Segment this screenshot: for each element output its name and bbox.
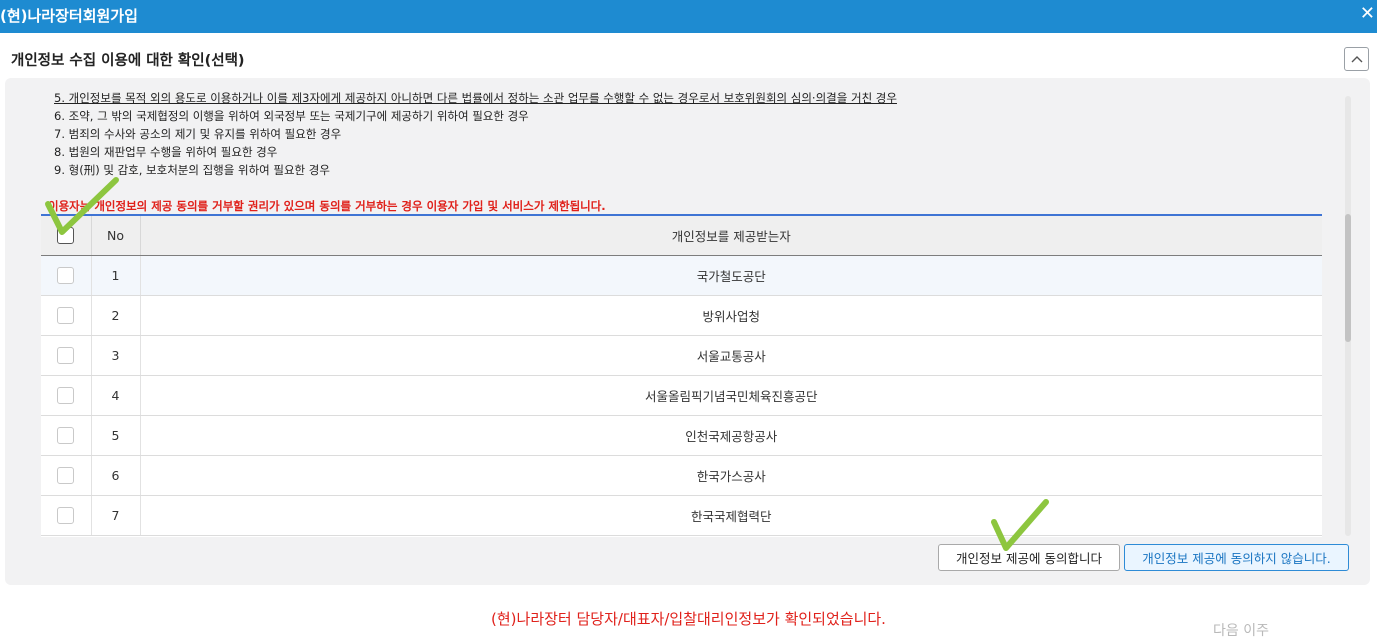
column-header-recipient: 개인정보를 제공받는자 (140, 216, 1322, 256)
vertical-scrollbar[interactable] (1345, 96, 1351, 536)
title-bar: (현)나라장터회원가입 ✕ (0, 0, 1377, 33)
consent-warning: 이용자는 개인정보의 제공 동의를 거부할 권리가 있으며 동의를 거부하는 경… (48, 199, 606, 213)
collapse-button[interactable] (1344, 47, 1369, 71)
scrollbar-thumb[interactable] (1345, 214, 1351, 342)
row-recipient: 방위사업청 (140, 295, 1322, 336)
table-row[interactable]: 5 인천국제공항공사 (41, 415, 1322, 456)
row-recipient: 서울교통공사 (140, 335, 1322, 376)
row-no: 6 (91, 455, 141, 496)
chevron-up-icon (1351, 56, 1363, 63)
faded-footer-text: 다음 이주 (1213, 623, 1269, 639)
notice-item-9: 9. 형(刑) 및 감호, 보호처분의 집행을 위하여 필요한 경우 (54, 163, 330, 177)
section-title: 개인정보 수집 이용에 대한 확인(선택) (11, 53, 245, 69)
row-no: 4 (91, 375, 141, 416)
row-no: 7 (91, 495, 141, 536)
row-checkbox[interactable] (57, 466, 75, 484)
row-checkbox[interactable] (57, 386, 75, 404)
table-row[interactable]: 6 한국가스공사 (41, 455, 1322, 496)
row-recipient: 한국국제협력단 (140, 495, 1322, 536)
table-row[interactable]: 2 방위사업청 (41, 295, 1322, 336)
notice-item-7: 7. 범죄의 수사와 공소의 제기 및 유지를 위하여 필요한 경우 (54, 127, 342, 141)
row-recipient: 인천국제공항공사 (140, 415, 1322, 456)
select-all-cell (41, 216, 92, 256)
column-header-no: No (91, 216, 141, 256)
row-no: 2 (91, 295, 141, 336)
row-checkbox[interactable] (57, 306, 75, 324)
row-no: 5 (91, 415, 141, 456)
select-all-checkbox[interactable] (57, 226, 75, 244)
recipient-grid: No 개인정보를 제공받는자 1 국가철도공단 2 방위사업청 3 서울교통공사 (41, 214, 1322, 537)
confirm-message: (현)나라장터 담당자/대표자/입찰대리인정보가 확인되었습니다. (491, 610, 886, 628)
window-title: (현)나라장터회원가입 (0, 7, 138, 25)
row-recipient: 국가철도공단 (140, 255, 1322, 296)
table-row[interactable]: 4 서울올림픽기념국민체육진흥공단 (41, 375, 1322, 416)
table-row[interactable]: 1 국가철도공단 (41, 255, 1322, 296)
notice-item-6: 6. 조약, 그 밖의 국제협정의 이행을 위하여 외국정부 또는 국제기구에 … (54, 109, 529, 123)
row-checkbox[interactable] (57, 346, 75, 364)
disagree-button[interactable]: 개인정보 제공에 동의하지 않습니다. (1124, 544, 1349, 571)
row-no: 3 (91, 335, 141, 376)
row-recipient: 한국가스공사 (140, 455, 1322, 496)
grid-header-row: No 개인정보를 제공받는자 (41, 216, 1322, 256)
table-row[interactable]: 7 한국국제협력단 (41, 495, 1322, 536)
agree-button[interactable]: 개인정보 제공에 동의합니다 (938, 544, 1120, 571)
notice-item-8: 8. 법원의 재판업무 수행을 위하여 필요한 경우 (54, 145, 278, 159)
table-row[interactable]: 3 서울교통공사 (41, 335, 1322, 376)
row-checkbox[interactable] (57, 506, 75, 524)
close-icon[interactable]: ✕ (1360, 5, 1375, 23)
row-checkbox[interactable] (57, 426, 75, 444)
row-checkbox[interactable] (57, 266, 75, 284)
notice-item-5: 5. 개인정보를 목적 외의 용도로 이용하거나 이를 제3자에게 제공하지 아… (54, 91, 897, 105)
row-recipient: 서울올림픽기념국민체육진흥공단 (140, 375, 1322, 416)
row-no: 1 (91, 255, 141, 296)
